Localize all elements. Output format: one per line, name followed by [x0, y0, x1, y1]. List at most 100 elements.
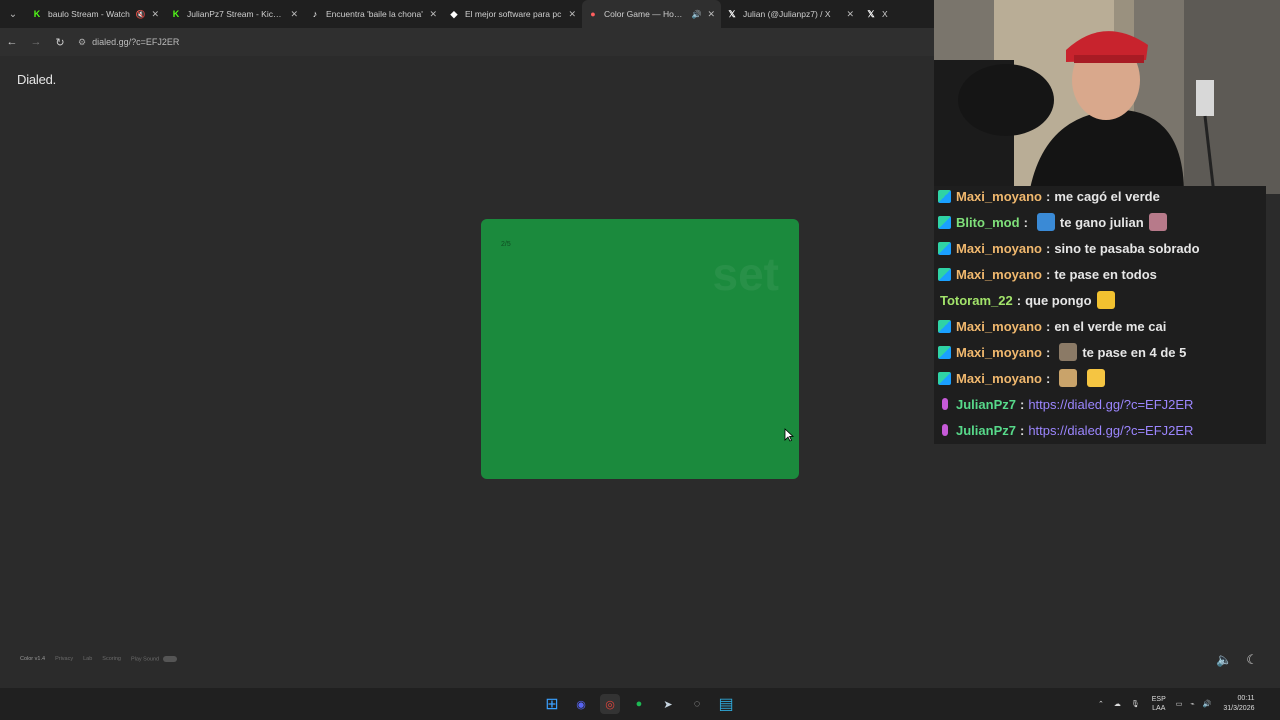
webcam-image [934, 0, 1280, 194]
card-watermark: set [712, 248, 779, 300]
round-counter: 2/5 [501, 241, 511, 248]
chat-message: Maxi_moyano: te pase en 4 de 5 [934, 339, 1186, 365]
tab-title: X [882, 9, 888, 19]
browser-tab[interactable]: 𝕏X [860, 0, 910, 28]
chat-username[interactable]: JulianPz7 [956, 423, 1016, 438]
chat-emote-icon [1059, 343, 1078, 361]
chat-emote-icon [1148, 213, 1167, 231]
language-indicator[interactable]: ESP LAA [1152, 695, 1166, 713]
forward-icon[interactable]: → [24, 36, 48, 48]
browser-toolbar: ← → ↻ ⚙ dialed.gg/?c=EFJ2ER [0, 28, 934, 56]
tab-close-icon[interactable]: ✕ [429, 9, 437, 20]
tiktok-icon: ♪ [312, 9, 318, 19]
moon-icon[interactable]: ☾ [1246, 652, 1258, 668]
system-tray: ⌃ ☁ 🎙 ESP LAA ▭ ⌁ 🔊 00:11 31/3/2026 [1098, 688, 1255, 720]
browser-tab-bar: ⌄ Kbaulo Stream - Watch 🔇 ✕ K JulianPz7 Stre… [0, 0, 934, 28]
chat-separator: : [1019, 396, 1025, 412]
webcam-feed [934, 0, 1280, 194]
tab-title: Julian (@Julianpz7) / X [743, 9, 831, 19]
speaker-icon[interactable]: 🔊 [1203, 700, 1212, 708]
page-footer: Color v1.4 Privacy Lab Scoring Play Soun… [20, 656, 178, 663]
chat-username[interactable]: Totoram_22 [940, 293, 1013, 308]
clock-date: 31/3/2026 [1223, 705, 1255, 712]
tab-close-icon[interactable]: ✕ [151, 9, 159, 20]
browser-tab[interactable]: ◆ El mejor software para pc ✕ [443, 0, 582, 28]
display-icon[interactable]: ▭ [1176, 700, 1183, 708]
chat-message: Maxi_moyano: en el verde me cai [934, 313, 1166, 339]
site-settings-icon[interactable]: ⚙ [78, 37, 86, 48]
muted-icon[interactable]: 🔇 [135, 10, 145, 19]
chat-username[interactable]: Maxi_moyano [956, 241, 1042, 256]
obs-icon[interactable]: ◌ [687, 694, 707, 714]
chat-emote-icon [1059, 369, 1078, 387]
chat-username[interactable]: Maxi_moyano [956, 345, 1042, 360]
moderator-badge-icon [938, 319, 951, 333]
tab-close-icon[interactable]: ✕ [846, 9, 854, 20]
browser-tab[interactable]: 𝕏 Julian (@Julianpz7) / X ✕ [721, 0, 860, 28]
tab-title: Color Game — How W [604, 9, 688, 19]
onedrive-icon[interactable]: ☁ [1114, 700, 1121, 708]
windows-start-icon[interactable]: ⊞ [542, 694, 562, 714]
chat-emote-icon [1096, 291, 1115, 309]
color-card[interactable]: 2/5 set [481, 219, 799, 479]
browser-tab[interactable]: ● Color Game — How W 🔊 ✕ [582, 0, 721, 28]
steam-icon[interactable]: ➤ [658, 694, 678, 714]
page-content: Dialed. 2/5 set Color v1.4 Privacy Lab S… [0, 56, 934, 688]
chat-emote-icon [1036, 213, 1055, 231]
tab-close-icon[interactable]: ✕ [568, 9, 576, 20]
chat-separator: : [1045, 370, 1051, 386]
chat-separator: : [1045, 240, 1051, 256]
tab-title: Encuentra 'baile la chona' [326, 9, 423, 19]
chat-username[interactable]: Maxi_moyano [956, 319, 1042, 334]
chat-username[interactable]: Blito_mod [956, 215, 1020, 230]
footer-link-scoring[interactable]: Scoring [102, 656, 121, 662]
sound-toggle[interactable] [163, 656, 178, 662]
chrome-icon[interactable]: ◎ [600, 694, 620, 714]
footer-link-lab[interactable]: Lab [83, 656, 92, 662]
clock-time: 00:11 [1237, 695, 1255, 702]
browser-tab[interactable]: ♪ Encuentra 'baile la chona' ✕ [304, 0, 443, 28]
clock[interactable]: 00:11 31/3/2026 [1223, 694, 1254, 714]
tab-search-icon[interactable]: ⌄ [0, 0, 26, 28]
audio-playing-icon[interactable]: 🔊 [691, 10, 701, 19]
chat-username[interactable]: Maxi_moyano [956, 267, 1042, 282]
site-logo[interactable]: Dialed. [17, 72, 56, 87]
chat-text: en el verde me cai [1054, 318, 1167, 334]
chat-text: te pase en todos [1054, 266, 1157, 282]
chat-link[interactable]: https://dialed.gg/?c=EFJ2ER [1028, 397, 1193, 412]
chat-message: Maxi_moyano: te pase en todos [934, 261, 1157, 287]
tab-close-icon[interactable]: ✕ [290, 9, 298, 20]
microphone-icon[interactable]: 🎙 [1131, 700, 1140, 708]
kick-icon: K [33, 9, 41, 19]
color-wheel-icon: ● [590, 9, 596, 19]
chat-username[interactable]: JulianPz7 [956, 397, 1016, 412]
chat-emote-icon [1087, 369, 1106, 387]
chat-text: sino te pasaba sobrado [1054, 240, 1200, 256]
address-bar[interactable]: ⚙ dialed.gg/?c=EFJ2ER [78, 32, 179, 52]
kick-icon: K [172, 9, 180, 19]
broadcaster-badge-icon [942, 398, 948, 410]
volume-icon[interactable]: 🔈 [1216, 652, 1232, 668]
back-icon[interactable]: ← [0, 36, 24, 48]
windows-taskbar: ⌃ ☁ 🎙 ESP LAA ▭ ⌁ 🔊 00:11 31/3/2026 ⊞ ◉ ◎ ●… [0, 688, 1280, 720]
chat-username[interactable]: Maxi_moyano [956, 371, 1042, 386]
tab-close-icon[interactable]: ✕ [707, 9, 715, 20]
version-label: Color v1.4 [20, 656, 46, 663]
chat-separator: : [1019, 422, 1025, 438]
chat-username[interactable]: Maxi_moyano [956, 189, 1042, 204]
moderator-badge-icon [938, 189, 951, 203]
browser-tab[interactable]: K JulianPz7 Stream - Kick D ✕ [165, 0, 304, 28]
chat-link[interactable]: https://dialed.gg/?c=EFJ2ER [1028, 423, 1193, 438]
moderator-badge-icon [938, 267, 951, 281]
discord-icon[interactable]: ◉ [571, 694, 591, 714]
footer-link-play-sound[interactable]: Play Sound [131, 656, 178, 662]
file-explorer-icon[interactable]: ▤ [716, 694, 736, 714]
footer-link-privacy[interactable]: Privacy [55, 656, 73, 662]
browser-tab[interactable]: Kbaulo Stream - Watch 🔇 ✕ [26, 0, 165, 28]
page-icon-group: 🔈 ☾ [1216, 652, 1258, 668]
reload-icon[interactable]: ↻ [48, 36, 72, 49]
spotify-icon[interactable]: ● [629, 694, 649, 714]
x-icon: 𝕏 [728, 8, 736, 19]
tray-overflow-icon[interactable]: ⌃ [1098, 700, 1104, 708]
network-icon[interactable]: ⌁ [1190, 700, 1194, 708]
